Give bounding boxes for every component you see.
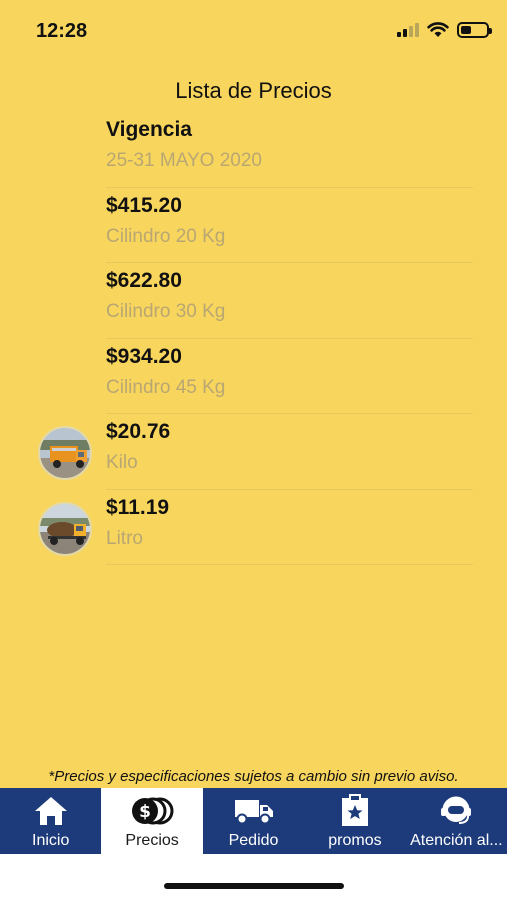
cellular-signal-icon: [397, 23, 419, 37]
svg-text:$: $: [139, 802, 151, 822]
truck-icon: [234, 794, 274, 828]
price-list: Vigencia 25-31 MAYO 2020 $415.20 Cilindr…: [0, 112, 507, 565]
item-description: Cilindro 20 Kg: [106, 225, 226, 247]
tab-pedido[interactable]: Pedido: [203, 788, 304, 854]
status-bar: 12:28: [0, 0, 507, 62]
home-indicator[interactable]: [164, 883, 344, 889]
list-item-price[interactable]: $622.80 Cilindro 30 Kg: [0, 263, 507, 339]
headset-icon: [439, 794, 473, 828]
item-description: Kilo: [106, 452, 138, 473]
tanker-photo-thumbnail: [38, 501, 92, 556]
tab-label: Atención al...: [410, 832, 503, 849]
home-icon: [33, 794, 69, 828]
item-price: $934.20: [106, 344, 182, 368]
star-badge-icon: [340, 794, 370, 828]
tab-inicio[interactable]: Inicio: [0, 788, 101, 854]
status-time: 12:28: [36, 20, 88, 42]
item-secondary: 25-31 MAYO 2020: [106, 150, 262, 171]
tab-bar: Inicio $ Precios Pedido promos Atención …: [0, 788, 507, 854]
coins-icon: $: [130, 794, 174, 828]
item-description: Litro: [106, 527, 143, 549]
tab-precios[interactable]: $ Precios: [101, 788, 203, 854]
tab-label: Pedido: [228, 832, 279, 849]
wifi-icon: [427, 22, 449, 37]
divider: [106, 564, 473, 565]
item-description: Cilindro 45 Kg: [106, 376, 226, 398]
item-price: $415.20: [106, 193, 182, 217]
item-price: $622.80: [106, 269, 182, 292]
tab-promos[interactable]: promos: [304, 788, 405, 854]
list-item-price[interactable]: $20.76 Kilo: [0, 414, 507, 490]
battery-icon: [457, 22, 492, 38]
tab-label: promos: [328, 832, 382, 849]
list-item-vigencia: Vigencia 25-31 MAYO 2020: [0, 112, 507, 188]
item-price: $20.76: [106, 420, 171, 443]
tab-label: Inicio: [32, 832, 70, 849]
status-icons: [397, 22, 492, 38]
tab-label: Precios: [125, 832, 179, 849]
item-description: Cilindro 30 Kg: [106, 301, 226, 322]
tab-atencion[interactable]: Atención al...: [406, 788, 507, 854]
page-title: Lista de Precios: [175, 78, 332, 103]
item-price: $11.19: [106, 495, 170, 519]
list-item-price[interactable]: $934.20 Cilindro 45 Kg: [0, 339, 507, 414]
home-indicator-area: [0, 854, 507, 900]
list-item-price[interactable]: $11.19 Litro: [0, 490, 507, 565]
item-primary: Vigencia: [106, 118, 192, 141]
disclaimer-text: *Precios y especificaciones sujetos a ca…: [48, 768, 459, 785]
truck-photo-thumbnail: [38, 426, 92, 480]
list-item-price[interactable]: $415.20 Cilindro 20 Kg: [0, 188, 507, 263]
